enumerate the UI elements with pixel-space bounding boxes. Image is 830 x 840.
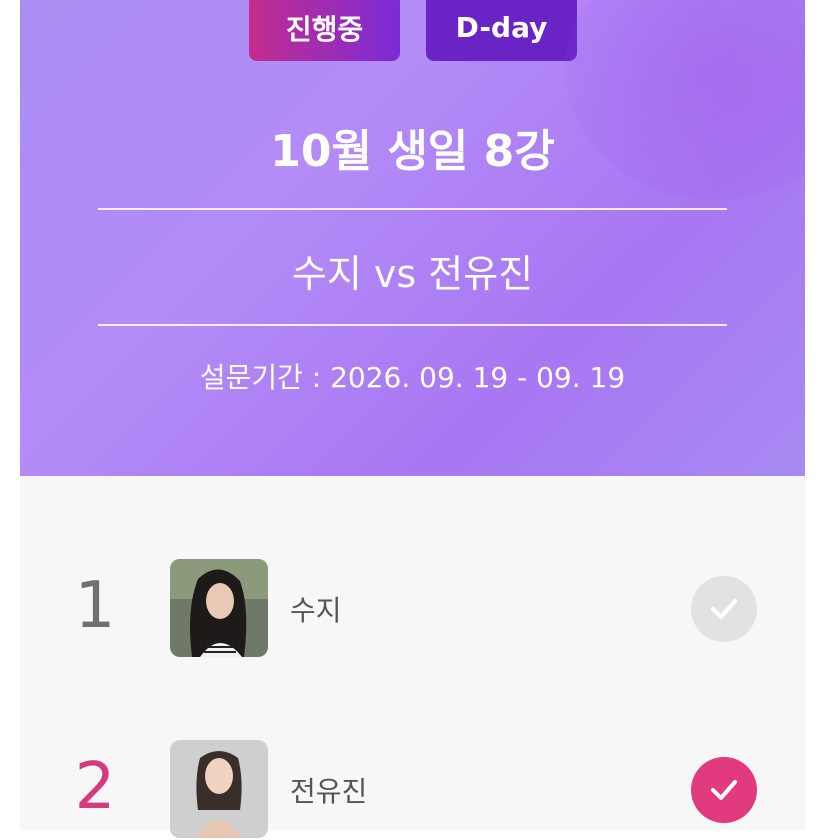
divider-bottom	[98, 324, 727, 326]
status-badge: 진행중	[249, 0, 400, 61]
rank-number: 1	[74, 569, 116, 643]
matchup-text: 수지 vs 전유진	[291, 252, 534, 296]
avatar	[170, 559, 268, 657]
survey-period: 설문기간 : 2026. 09. 19 - 09. 19	[199, 361, 626, 394]
poll-title: 10월 생일 8강	[270, 126, 555, 177]
poll-header: 진행중 D-day 10월 생일 8강 수지 vs 전유진 설문기간 : 202…	[20, 0, 805, 476]
check-icon	[711, 599, 737, 619]
candidate-row[interactable]: 1 수지	[20, 559, 805, 659]
select-check-button[interactable]	[691, 757, 757, 823]
candidate-row[interactable]: 2 전유진	[20, 740, 805, 840]
divider-top	[98, 208, 727, 210]
candidate-name: 전유진	[290, 775, 368, 808]
candidate-name: 수지	[290, 594, 342, 627]
select-check-button[interactable]	[691, 576, 757, 642]
rank-number: 2	[74, 750, 116, 824]
dday-badge: D-day	[426, 0, 577, 61]
check-icon	[711, 780, 737, 800]
poll-card: 진행중 D-day 10월 생일 8강 수지 vs 전유진 설문기간 : 202…	[20, 0, 805, 838]
avatar	[170, 740, 268, 838]
